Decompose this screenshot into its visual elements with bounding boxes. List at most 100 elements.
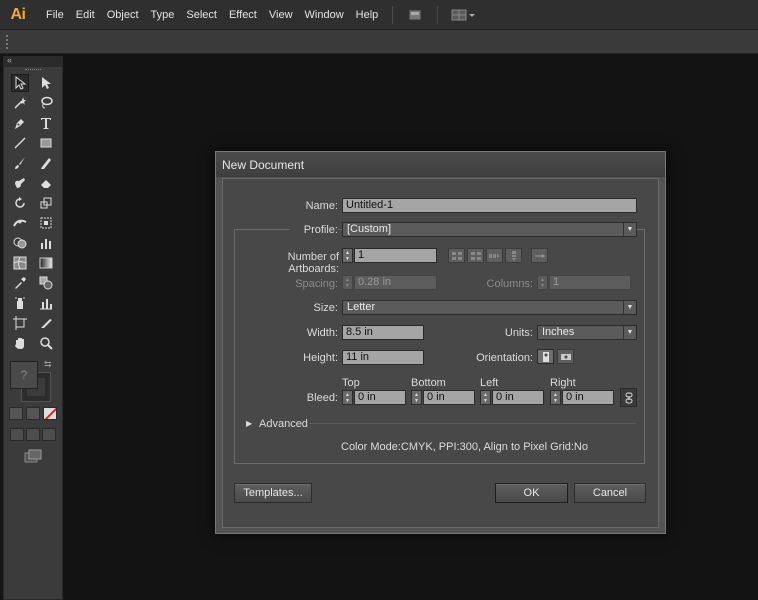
drawing-mode-buttons (4, 428, 62, 441)
chevron-down-icon: ▼ (623, 301, 636, 314)
bar-graph-tool-icon[interactable] (37, 294, 55, 312)
name-label: Name: (305, 200, 338, 212)
blob-brush-tool-icon[interactable] (11, 174, 29, 192)
bleed-top-stepper[interactable]: ▲ ▼ (342, 390, 353, 405)
draw-behind-button[interactable] (26, 428, 40, 441)
grid-by-row-icon[interactable] (448, 248, 465, 263)
draw-inside-button[interactable] (42, 428, 56, 441)
menu-window[interactable]: Window (299, 0, 350, 30)
eraser-tool-icon[interactable] (37, 174, 55, 192)
landscape-orientation-icon[interactable] (557, 349, 574, 364)
control-bar-grip[interactable] (6, 35, 10, 49)
menu-help[interactable]: Help (350, 0, 385, 30)
advanced-toggle[interactable]: Advanced (259, 418, 308, 430)
tools-panel-header: « (4, 55, 62, 67)
lasso-tool-icon[interactable] (37, 94, 55, 112)
hand-tool-icon[interactable] (11, 334, 29, 352)
dialog-title[interactable]: New Document (216, 152, 665, 177)
columns-field[interactable]: 1 (549, 275, 631, 290)
symbol-sprayer-tool-icon[interactable] (11, 294, 29, 312)
swap-fill-stroke-icon[interactable]: ⇆ (44, 359, 52, 370)
expand-triangle-icon[interactable]: ▶ (246, 419, 252, 428)
spacing-stepper[interactable]: ▲ ▼ (342, 275, 353, 290)
bleed-left-field[interactable]: 0 in (492, 390, 544, 405)
gradient-tool-icon[interactable] (37, 254, 55, 272)
direct-selection-tool-icon[interactable] (37, 74, 55, 92)
app-logo: Ai (10, 5, 27, 23)
draw-normal-button[interactable] (10, 428, 24, 441)
bleed-right-stepper[interactable]: ▲ ▼ (550, 390, 561, 405)
line-segment-tool-icon[interactable] (11, 134, 29, 152)
menu-select[interactable]: Select (180, 0, 223, 30)
menu-file[interactable]: File (40, 0, 70, 30)
rectangle-tool-icon[interactable] (37, 134, 55, 152)
arrange-documents-icon[interactable] (450, 6, 478, 24)
height-field[interactable]: 11 in (342, 350, 424, 365)
profile-select[interactable]: [Custom] ▼ (342, 222, 637, 237)
width-field[interactable]: 8.5 in (342, 325, 424, 340)
shape-builder-tool-icon[interactable] (11, 234, 29, 252)
color-mode-button[interactable] (9, 407, 23, 420)
pen-tool-icon[interactable] (11, 114, 29, 132)
right-to-left-layout-icon[interactable] (531, 248, 548, 263)
menu-type[interactable]: Type (145, 0, 181, 30)
menu-bar: Ai File Edit Object Type Select Effect V… (0, 0, 758, 30)
bleed-bottom-stepper[interactable]: ▲ ▼ (411, 390, 422, 405)
artboards-field[interactable]: 1 (354, 248, 437, 263)
bleed-top-field[interactable]: 0 in (354, 390, 406, 405)
paintbrush-tool-icon[interactable] (11, 154, 29, 172)
spacing-field[interactable]: 0.28 in (354, 275, 437, 290)
none-mode-button[interactable] (43, 407, 57, 420)
menu-edit[interactable]: Edit (70, 0, 101, 30)
scale-tool-icon[interactable] (37, 194, 55, 212)
mesh-tool-icon[interactable] (11, 254, 29, 272)
units-label: Units: (504, 327, 533, 339)
type-tool-icon[interactable] (37, 114, 55, 132)
link-bleed-icon[interactable] (620, 388, 637, 407)
rotate-tool-icon[interactable] (11, 194, 29, 212)
columns-label: Columns: (486, 278, 533, 290)
menu-effect[interactable]: Effect (223, 0, 263, 30)
blend-tool-icon[interactable] (37, 274, 55, 292)
free-transform-tool-icon[interactable] (37, 214, 55, 232)
tools-panel: « ? ⇆ (3, 55, 63, 600)
menu-divider (437, 5, 439, 24)
grid-by-column-icon[interactable] (467, 248, 484, 263)
pencil-tool-icon[interactable] (37, 154, 55, 172)
screen-mode-button[interactable] (4, 449, 62, 463)
name-field[interactable]: Untitled-1 (342, 198, 637, 213)
cancel-button[interactable]: Cancel (574, 483, 646, 503)
size-select[interactable]: Letter ▼ (342, 300, 637, 315)
column-graph-tool-icon[interactable] (37, 234, 55, 252)
size-label: Size: (313, 302, 338, 314)
width-tool-icon[interactable] (11, 214, 29, 232)
bleed-left-stepper[interactable]: ▲ ▼ (480, 390, 491, 405)
arrange-by-row-icon[interactable] (486, 248, 503, 263)
eyedropper-tool-icon[interactable] (11, 274, 29, 292)
selection-tool-icon[interactable] (11, 74, 29, 92)
portrait-orientation-icon[interactable] (537, 349, 554, 364)
menu-divider (392, 5, 394, 24)
slice-tool-icon[interactable] (37, 314, 55, 332)
bleed-bottom-header: Bottom (411, 377, 446, 389)
menu-object[interactable]: Object (101, 0, 145, 30)
fill-swatch[interactable]: ? (10, 361, 38, 389)
size-select-value: Letter (347, 301, 376, 313)
menu-view[interactable]: View (263, 0, 299, 30)
magic-wand-tool-icon[interactable] (11, 94, 29, 112)
arrange-by-column-icon[interactable] (505, 248, 522, 263)
gradient-mode-button[interactable] (26, 407, 40, 420)
bleed-right-field[interactable]: 0 in (562, 390, 614, 405)
templates-button[interactable]: Templates... (234, 483, 312, 503)
ok-button[interactable]: OK (495, 483, 568, 503)
bleed-bottom-field[interactable]: 0 in (423, 390, 475, 405)
columns-stepper[interactable]: ▲ ▼ (537, 275, 548, 290)
zoom-tool-icon[interactable] (37, 334, 55, 352)
artboards-stepper[interactable]: ▲ ▼ (342, 248, 353, 263)
bridge-icon[interactable] (405, 6, 425, 24)
color-mode-buttons (4, 407, 62, 420)
document-info-text: Color Mode:CMYK, PPI:300, Align to Pixel… (341, 441, 588, 453)
collapse-panel-icon[interactable]: « (7, 55, 12, 65)
artboard-tool-icon[interactable] (11, 314, 29, 332)
units-select[interactable]: Inches ▼ (537, 325, 637, 340)
